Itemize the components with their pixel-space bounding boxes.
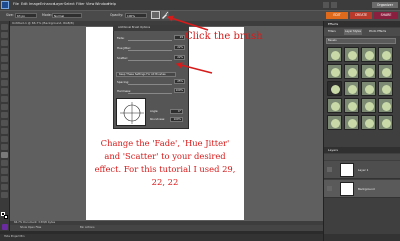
- eye-icon[interactable]: [327, 186, 332, 191]
- effect-thumbnail[interactable]: [378, 47, 393, 62]
- layer-name: Background: [358, 187, 375, 191]
- effect-thumbnail[interactable]: [361, 98, 376, 113]
- effect-thumbnail[interactable]: [361, 81, 376, 96]
- panel-bottom-bar: [324, 234, 400, 241]
- effect-thumbnail[interactable]: [327, 81, 342, 96]
- effects-panel-title: Effects: [328, 22, 339, 26]
- effect-thumbnail[interactable]: [378, 64, 393, 79]
- layer-thumbnail: [340, 163, 354, 177]
- effect-thumbnail[interactable]: [344, 81, 359, 96]
- layers-toolbar: [324, 154, 400, 160]
- effect-thumbnail[interactable]: [344, 115, 359, 130]
- effect-thumbnail[interactable]: [378, 115, 393, 130]
- tutorial-instruction-text: Change the 'Fade', 'Hue Jitter' and 'Sca…: [94, 138, 236, 187]
- layer-name: Layer 1: [358, 168, 369, 172]
- arrow-to-brush-icon: [166, 15, 209, 31]
- effect-thumbnail[interactable]: [344, 64, 359, 79]
- effect-thumbnail[interactable]: [327, 64, 342, 79]
- effect-thumbnail[interactable]: [327, 47, 342, 62]
- arrow-to-scatter-field: [175, 62, 213, 74]
- effect-thumbnail[interactable]: [344, 98, 359, 113]
- tab-layer-styles[interactable]: Layer Styles: [344, 29, 362, 35]
- eye-icon[interactable]: [327, 167, 332, 172]
- effect-thumbnail[interactable]: [361, 115, 376, 130]
- layers-panel-title: Layers: [328, 148, 338, 152]
- effect-thumbnail[interactable]: [361, 47, 376, 62]
- tab-filters[interactable]: Filters: [327, 29, 337, 35]
- effect-thumbnail[interactable]: [361, 64, 376, 79]
- effect-thumbnail[interactable]: [327, 98, 342, 113]
- effect-thumbnail[interactable]: [344, 47, 359, 62]
- style-category-select[interactable]: Bevels: [326, 38, 396, 44]
- layer-thumbnail: [340, 182, 354, 196]
- effect-thumbnail[interactable]: [327, 115, 342, 130]
- effect-thumbnail[interactable]: [378, 98, 393, 113]
- effect-thumbnail[interactable]: [378, 81, 393, 96]
- tab-photo-effects[interactable]: Photo Effects: [368, 29, 387, 35]
